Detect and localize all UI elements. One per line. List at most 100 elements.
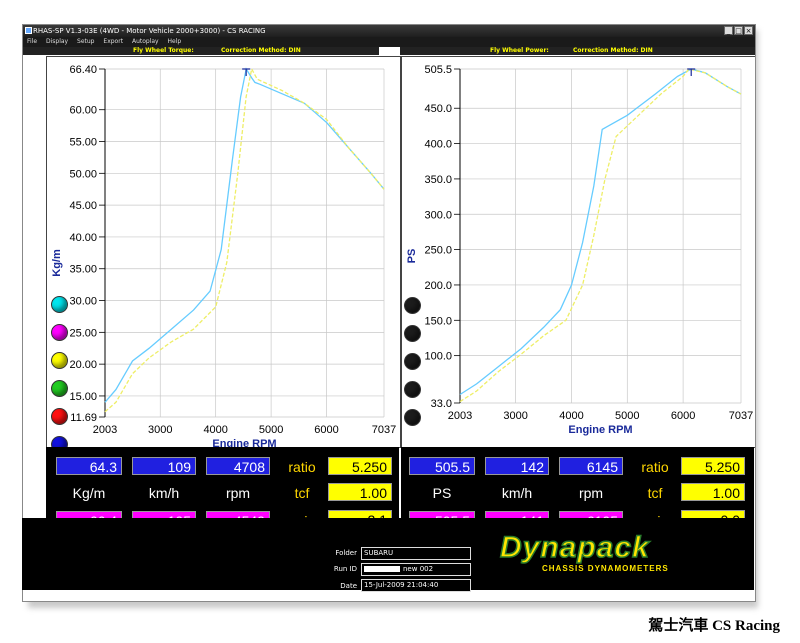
torque-ytick-label: 66.40	[69, 64, 97, 76]
menu-export[interactable]: Export	[103, 38, 123, 45]
power-ytick-label: 100.0	[424, 351, 452, 363]
power-ytick-label: 450.0	[424, 103, 452, 115]
app-window: RHAS-SP V1.3-03E (4WD - Motor Vehicle 20…	[22, 24, 756, 602]
power-xtick-label: 7037	[729, 410, 753, 422]
power-ytick-label: 400.0	[424, 139, 452, 151]
logo-tagline: CHASSIS DYNAMOMETERS	[542, 564, 669, 573]
torque-xtick-label: 4000	[203, 424, 227, 436]
torque-ytick-label: 50.00	[69, 168, 97, 180]
menu-autoplay[interactable]: Autoplay	[132, 38, 159, 45]
right-header-method: Correction Method: DIN	[573, 47, 653, 54]
date-label: Date	[340, 582, 357, 590]
minimize-button[interactable]: _	[724, 26, 733, 35]
run-dot-1[interactable]	[404, 297, 421, 314]
power-unit: PS	[432, 485, 452, 501]
speed-unit: km/h	[148, 485, 180, 501]
run-dot-4[interactable]	[404, 381, 421, 398]
maximize-button[interactable]: □	[734, 26, 743, 35]
torque-ytick-label: 30.00	[69, 296, 97, 308]
menu-setup[interactable]: Setup	[77, 38, 94, 45]
runid-field[interactable]: new 002	[361, 563, 471, 576]
run-dot-3[interactable]	[404, 353, 421, 370]
date-field[interactable]: 15-Jul-2009 21:04:40	[361, 579, 471, 592]
folder-label: Folder	[335, 549, 357, 557]
run-selector-dots	[51, 296, 68, 464]
close-button[interactable]: ×	[744, 26, 753, 35]
torque-series-0	[104, 67, 385, 403]
ratio-field[interactable]: 5.250	[328, 457, 392, 475]
power-ylabel: PS	[406, 249, 418, 264]
torque-xtick-label: 2003	[93, 424, 117, 436]
speed-value: 109	[132, 457, 196, 475]
info-bar: Folder SUBARU Run ID new 002 Date 15-Jul…	[22, 518, 754, 592]
torque-unit: Kg/m	[72, 485, 106, 501]
right-header-title: Fly Wheel Power:	[490, 47, 549, 54]
ratio-field-r[interactable]: 5.250	[681, 457, 745, 475]
torque-series-1	[104, 67, 385, 413]
power-ytick-label: 350.0	[424, 174, 452, 186]
torque-chart: 66.40 60.00 55.00 50.00 45.00 40.00 35.00 30.00…	[51, 64, 396, 450]
tcf-field-r[interactable]: 1.00	[681, 483, 745, 501]
tcf-label: tcf	[294, 485, 310, 501]
torque-ytick-label: 45.00	[69, 200, 97, 212]
torque-ytick-label: 20.00	[69, 359, 97, 371]
app-icon	[25, 27, 32, 34]
menu-display[interactable]: Display	[46, 38, 68, 45]
menu-help[interactable]: Help	[168, 38, 182, 45]
power-series-1	[459, 68, 742, 403]
torque-value: 64.3	[56, 457, 122, 475]
ratio-label-r: ratio	[641, 459, 669, 475]
torque-ytick-label: 11.69	[70, 412, 97, 424]
speed-value-r: 142	[485, 457, 549, 475]
power-xtick-label: 2003	[448, 410, 472, 422]
tcf-field[interactable]: 1.00	[328, 483, 392, 501]
rpm-value-r: 6145	[559, 457, 623, 475]
menu-bar: File Display Setup Export Autoplay Help	[23, 37, 755, 47]
run-dot-red[interactable]	[51, 408, 68, 425]
power-ytick-label: 150.0	[424, 315, 452, 327]
power-ytick-label: 33.0	[431, 398, 452, 410]
menu-file[interactable]: File	[27, 38, 37, 45]
left-header-title: Fly Wheel Torque:	[133, 47, 194, 54]
torque-ytick-label: 40.00	[69, 232, 97, 244]
run-dot-green[interactable]	[51, 380, 68, 397]
power-value: 505.5	[409, 457, 475, 475]
torque-ytick-label: 55.00	[69, 137, 97, 149]
torque-ytick-label: 15.00	[69, 391, 97, 403]
folder-field[interactable]: SUBARU	[361, 547, 471, 560]
rpm-value: 4708	[206, 457, 270, 475]
power-xtick-label: 4000	[559, 410, 583, 422]
torque-xtick-label: 7037	[372, 424, 396, 436]
torque-ylabel: Kg/m	[51, 249, 63, 277]
power-xtick-label: 5000	[615, 410, 639, 422]
left-chart-header: Fly Wheel Torque: Correction Method: DIN	[23, 47, 379, 55]
torque-xtick-label: 6000	[314, 424, 338, 436]
torque-ytick-label: 25.00	[69, 327, 97, 339]
right-chart-header: Fly Wheel Power: Correction Method: DIN	[400, 47, 755, 55]
power-xtick-label: 3000	[503, 410, 527, 422]
speed-unit-r: km/h	[501, 485, 533, 501]
power-series-0	[459, 68, 742, 396]
power-xtick-label: 6000	[671, 410, 695, 422]
run-dot-yellow[interactable]	[51, 352, 68, 369]
dynapack-logo: Dynapack CHASSIS DYNAMOMETERS	[499, 530, 669, 573]
torque-ytick-label: 60.00	[69, 105, 97, 117]
power-ytick-label: 200.0	[424, 280, 452, 292]
run-selector-dots-right	[404, 297, 421, 437]
run-dot-cyan[interactable]	[51, 296, 68, 313]
ratio-label: ratio	[288, 459, 316, 475]
torque-xtick-label: 3000	[148, 424, 172, 436]
torque-ytick-label: 35.00	[69, 264, 97, 276]
run-dot-magenta[interactable]	[51, 324, 68, 341]
torque-xlabel: Engine RPM	[212, 438, 276, 447]
title-bar: RHAS-SP V1.3-03E (4WD - Motor Vehicle 20…	[23, 25, 755, 37]
torque-xtick-label: 5000	[259, 424, 283, 436]
power-ytick-label: 505.5	[424, 64, 452, 76]
power-xlabel: Engine RPM	[568, 424, 632, 436]
power-chart: 505.5 450.0 400.0 350.0 300.0 250.0 200.0 150.0…	[406, 64, 753, 436]
runid-label: Run ID	[333, 565, 357, 573]
left-header-method: Correction Method: DIN	[221, 47, 301, 54]
tcf-label-r: tcf	[647, 485, 663, 501]
run-dot-5[interactable]	[404, 409, 421, 426]
run-dot-2[interactable]	[404, 325, 421, 342]
